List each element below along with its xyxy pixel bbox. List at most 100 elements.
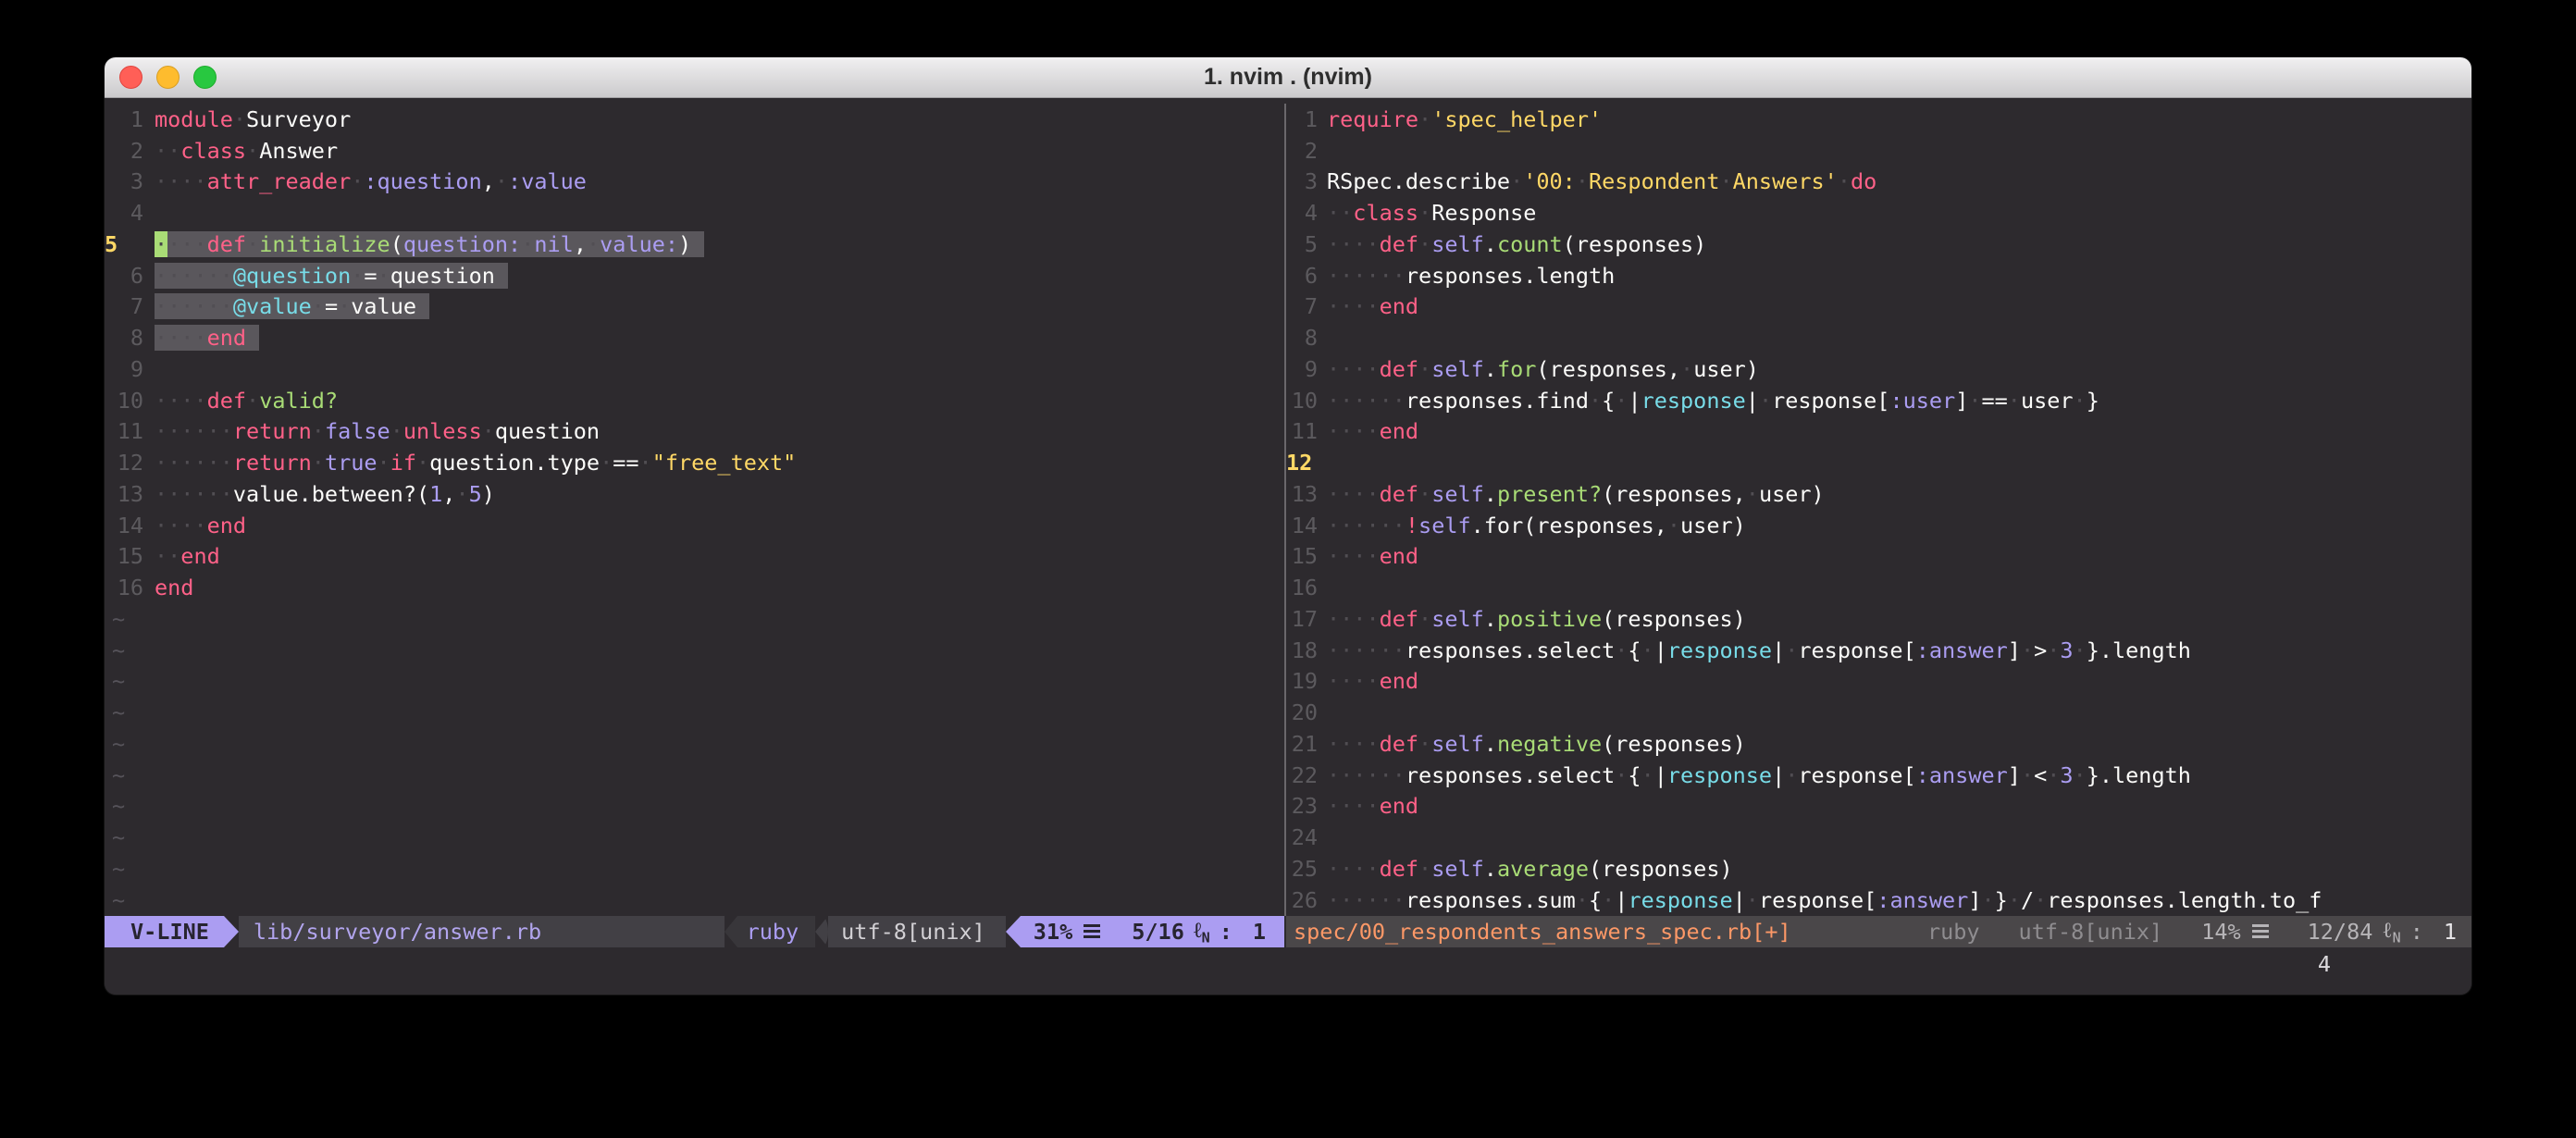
code-text: module·Surveyor bbox=[155, 106, 351, 132]
code-line[interactable]: 17····def·self.positive(responses) bbox=[1286, 603, 2471, 635]
line-number: 20 bbox=[1286, 699, 1318, 725]
code-text: ······!self.for(responses,·user) bbox=[1327, 513, 1746, 538]
code-text: ····end bbox=[1327, 793, 1418, 819]
status-row: V-LINE lib/surveyor/answer.rb ruby utf-8… bbox=[105, 916, 2471, 947]
code-text: require·'spec_helper' bbox=[1327, 106, 1602, 132]
visual-selection: ······@value·=·value bbox=[155, 293, 429, 319]
code-line[interactable]: 21 ····def·self.negative(responses) bbox=[1286, 728, 2471, 760]
code-text: ····def·self.count(responses) bbox=[1327, 231, 1706, 257]
code-line[interactable]: 11····end bbox=[1286, 416, 2471, 448]
line-number: 4 bbox=[105, 200, 143, 226]
code-line[interactable]: 4 bbox=[105, 197, 1284, 229]
code-line[interactable]: 25····def·self.average(responses) bbox=[1286, 853, 2471, 884]
cursor-block: · bbox=[155, 231, 167, 257]
code-text: ··class·Answer bbox=[155, 138, 338, 164]
mode-indicator: V-LINE bbox=[105, 916, 224, 947]
code-text: ······return·true·if·question.type·==·"f… bbox=[155, 450, 796, 476]
code-line[interactable]: 18······responses.select·{·|response|·re… bbox=[1286, 635, 2471, 666]
code-line[interactable]: 6······responses.length bbox=[1286, 260, 2471, 291]
code-text: ····end bbox=[155, 513, 246, 538]
code-line[interactable]: 2··class·Answer bbox=[105, 135, 1284, 167]
line-number: 8 bbox=[1286, 325, 1318, 351]
code-text: ······responses.find·{·|response|·respon… bbox=[1327, 388, 2099, 414]
code-text: ··end bbox=[155, 543, 220, 569]
code-line[interactable]: 20 bbox=[1286, 697, 2471, 728]
line-number: 1 bbox=[1286, 106, 1318, 132]
line-position: 12/84 ℓN : 1 bbox=[2308, 917, 2457, 946]
code-line[interactable]: 24 bbox=[1286, 822, 2471, 853]
code-line[interactable]: 23····end bbox=[1286, 791, 2471, 823]
code-line[interactable]: 4··class·Response bbox=[1286, 197, 2471, 229]
empty-buffer-tilde: ~ bbox=[105, 666, 1284, 698]
code-text: ····def·initialize(question:·nil,·value:… bbox=[155, 231, 704, 257]
code-line[interactable]: 15····end bbox=[1286, 541, 2471, 573]
line-position: 5/16 bbox=[1132, 919, 1184, 945]
code-line[interactable]: 6······@question·=·question bbox=[105, 260, 1284, 291]
code-line[interactable]: 3····attr_reader·:question,·:value bbox=[105, 167, 1284, 198]
code-line[interactable]: 5 ····def·initialize(question:·nil,·value… bbox=[105, 229, 1284, 260]
code-line[interactable]: 19····end bbox=[1286, 666, 2471, 698]
close-button[interactable] bbox=[119, 66, 142, 89]
line-number: 15 bbox=[105, 543, 143, 569]
current-line-number: 5 bbox=[105, 231, 143, 257]
code-line[interactable]: 12······return·true·if·question.type·==·… bbox=[105, 447, 1284, 478]
code-text: ····def·self.negative(responses) bbox=[1327, 731, 1746, 757]
code-line[interactable]: 10····def·valid? bbox=[105, 385, 1284, 416]
code-line[interactable]: 7····end bbox=[1286, 291, 2471, 323]
line-number: 13 bbox=[105, 481, 143, 507]
line-number: 9 bbox=[1286, 356, 1318, 382]
code-line[interactable]: 10······responses.find·{·|response|·resp… bbox=[1286, 385, 2471, 416]
editor-pane-answer-rb[interactable]: 1module·Surveyor2··class·Answer3····attr… bbox=[105, 104, 1284, 916]
code-line[interactable]: 16end bbox=[105, 572, 1284, 603]
editor-pane-spec-rb[interactable]: 1 require·'spec_helper' 2 3RSpec.describe·'… bbox=[1286, 104, 2471, 916]
visual-selection: ···def·initialize(question:·nil,·value:) bbox=[167, 231, 704, 257]
visual-selection: ······@question·=·question bbox=[155, 263, 508, 289]
line-number: 21 bbox=[1286, 731, 1318, 757]
powerline-arrow-icon bbox=[815, 916, 828, 947]
code-line[interactable]: 2 bbox=[1286, 135, 2471, 167]
code-line[interactable]: 13······value.between?(1,·5) bbox=[105, 478, 1284, 510]
code-line[interactable]: 11······return·false·unless·question bbox=[105, 416, 1284, 448]
code-line[interactable]: 8 bbox=[1286, 322, 2471, 353]
code-line[interactable]: 3RSpec.describe·'00:·Respondent·Answers'… bbox=[1286, 167, 2471, 198]
line-number: 16 bbox=[105, 575, 143, 600]
zoom-button[interactable] bbox=[193, 66, 217, 89]
powerline-arrow-icon bbox=[724, 916, 737, 947]
code-line[interactable]: 8····end bbox=[105, 322, 1284, 353]
powerline-arrow-icon bbox=[224, 916, 239, 947]
command-line[interactable]: 4 bbox=[105, 947, 2471, 996]
filetype-indicator: ruby bbox=[737, 916, 816, 947]
code-line[interactable]: 15 ··end bbox=[105, 541, 1284, 573]
code-line[interactable]: 9····def·self.for(responses,·user) bbox=[1286, 353, 2471, 385]
code-line[interactable]: 5····def·self.count(responses) bbox=[1286, 229, 2471, 260]
code-line[interactable]: 14······!self.for(responses,·user) bbox=[1286, 510, 2471, 541]
code-text: ····attr_reader·:question,·:value bbox=[155, 168, 587, 194]
line-number: 6 bbox=[1286, 263, 1318, 289]
title-bar[interactable]: 1. nvim . (nvim) bbox=[105, 57, 2471, 98]
pending-command-count: 4 bbox=[2318, 951, 2331, 977]
code-text: ······responses.sum·{·|response|·respons… bbox=[1327, 887, 2322, 913]
code-line[interactable]: 12 bbox=[1286, 447, 2471, 478]
code-line[interactable]: 22······responses.select·{·|response|·re… bbox=[1286, 760, 2471, 791]
empty-buffer-tilde: ~ bbox=[105, 603, 1284, 635]
line-number: 9 bbox=[105, 356, 143, 382]
empty-buffer-tilde: ~ bbox=[105, 728, 1284, 760]
code-line[interactable]: 14····end bbox=[105, 510, 1284, 541]
line-number: 26 bbox=[1286, 887, 1318, 913]
terminal-window: 1. nvim . (nvim) 1module·Surveyor2··clas… bbox=[105, 57, 2471, 995]
code-line[interactable]: 1module·Surveyor bbox=[105, 104, 1284, 135]
code-line[interactable]: 26 ······responses.sum·{·|response|·respo… bbox=[1286, 884, 2471, 916]
code-line[interactable]: 13····def·self.present?(responses,·user) bbox=[1286, 478, 2471, 510]
line-number: 7 bbox=[1286, 293, 1318, 319]
line-number: 11 bbox=[1286, 418, 1318, 444]
empty-buffer-tilde: ~ bbox=[105, 791, 1284, 823]
line-number: 2 bbox=[1286, 138, 1318, 164]
code-line[interactable]: 1 require·'spec_helper' bbox=[1286, 104, 2471, 135]
code-line[interactable]: 7······@value·=·value bbox=[105, 291, 1284, 323]
minimize-button[interactable] bbox=[156, 66, 180, 89]
code-text: ······responses.select·{·|response|·resp… bbox=[1327, 637, 2191, 663]
code-line[interactable]: 16 bbox=[1286, 572, 2471, 603]
code-text: ······@question·=·question bbox=[155, 263, 508, 289]
line-number: 22 bbox=[1286, 762, 1318, 788]
code-line[interactable]: 9 bbox=[105, 353, 1284, 385]
